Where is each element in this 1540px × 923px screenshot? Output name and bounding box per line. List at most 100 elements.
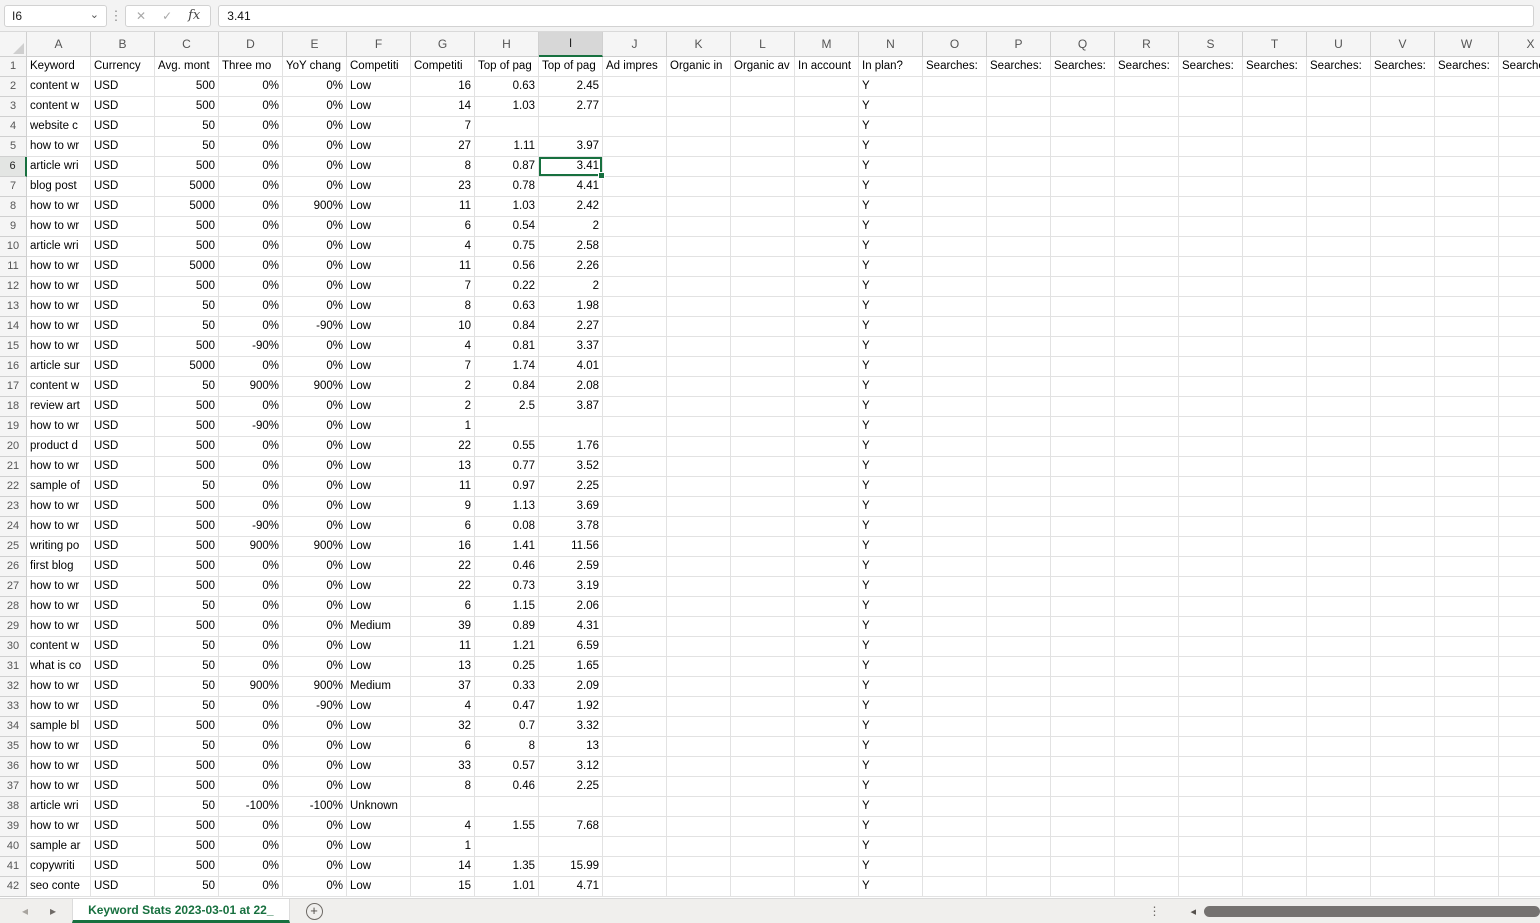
cell-I1[interactable]: Top of pag (539, 57, 603, 77)
cell-V13[interactable] (1371, 297, 1435, 317)
scrollbar-drag-dots-icon[interactable]: ⋮ (1148, 904, 1160, 918)
cell-K42[interactable] (667, 877, 731, 897)
cell-I41[interactable]: 15.99 (539, 857, 603, 877)
cell-T42[interactable] (1243, 877, 1307, 897)
cell-V30[interactable] (1371, 637, 1435, 657)
cell-R2[interactable] (1115, 77, 1179, 97)
cell-O38[interactable] (923, 797, 987, 817)
cell-O26[interactable] (923, 557, 987, 577)
cell-L7[interactable] (731, 177, 795, 197)
cell-Q8[interactable] (1051, 197, 1115, 217)
cell-C10[interactable]: 500 (155, 237, 219, 257)
cell-L9[interactable] (731, 217, 795, 237)
cell-V24[interactable] (1371, 517, 1435, 537)
cell-K15[interactable] (667, 337, 731, 357)
cell-H10[interactable]: 0.75 (475, 237, 539, 257)
cell-W16[interactable] (1435, 357, 1499, 377)
cell-X21[interactable] (1499, 457, 1540, 477)
cell-T40[interactable] (1243, 837, 1307, 857)
cell-R42[interactable] (1115, 877, 1179, 897)
cell-P20[interactable] (987, 437, 1051, 457)
cell-G35[interactable]: 6 (411, 737, 475, 757)
cell-N2[interactable]: Y (859, 77, 923, 97)
cell-M30[interactable] (795, 637, 859, 657)
cell-E5[interactable]: 0% (283, 137, 347, 157)
cell-I39[interactable]: 7.68 (539, 817, 603, 837)
cell-T26[interactable] (1243, 557, 1307, 577)
cell-E7[interactable]: 0% (283, 177, 347, 197)
cell-V6[interactable] (1371, 157, 1435, 177)
cell-C40[interactable]: 500 (155, 837, 219, 857)
cell-X1[interactable]: Searches: (1499, 57, 1540, 77)
cell-L11[interactable] (731, 257, 795, 277)
cell-V17[interactable] (1371, 377, 1435, 397)
cell-P38[interactable] (987, 797, 1051, 817)
cell-L1[interactable]: Organic av (731, 57, 795, 77)
row-header-25[interactable]: 25 (0, 537, 27, 557)
cell-M32[interactable] (795, 677, 859, 697)
cell-I32[interactable]: 2.09 (539, 677, 603, 697)
cell-A23[interactable]: how to wr (27, 497, 91, 517)
cell-F7[interactable]: Low (347, 177, 411, 197)
cell-J22[interactable] (603, 477, 667, 497)
cell-B2[interactable]: USD (91, 77, 155, 97)
cell-F36[interactable]: Low (347, 757, 411, 777)
cell-B25[interactable]: USD (91, 537, 155, 557)
cell-G19[interactable]: 1 (411, 417, 475, 437)
row-header-13[interactable]: 13 (0, 297, 27, 317)
cell-L27[interactable] (731, 577, 795, 597)
cell-V18[interactable] (1371, 397, 1435, 417)
cell-A41[interactable]: copywriti (27, 857, 91, 877)
cell-F31[interactable]: Low (347, 657, 411, 677)
cell-N4[interactable]: Y (859, 117, 923, 137)
column-header-I[interactable]: I (539, 32, 603, 57)
column-header-R[interactable]: R (1115, 32, 1179, 57)
cell-B30[interactable]: USD (91, 637, 155, 657)
cell-S19[interactable] (1179, 417, 1243, 437)
cell-W41[interactable] (1435, 857, 1499, 877)
cell-G2[interactable]: 16 (411, 77, 475, 97)
cell-N31[interactable]: Y (859, 657, 923, 677)
cell-G9[interactable]: 6 (411, 217, 475, 237)
cell-F39[interactable]: Low (347, 817, 411, 837)
cell-P8[interactable] (987, 197, 1051, 217)
cell-O9[interactable] (923, 217, 987, 237)
cell-W19[interactable] (1435, 417, 1499, 437)
cell-A38[interactable]: article wri (27, 797, 91, 817)
cell-F22[interactable]: Low (347, 477, 411, 497)
cell-P40[interactable] (987, 837, 1051, 857)
cell-T3[interactable] (1243, 97, 1307, 117)
cell-I25[interactable]: 11.56 (539, 537, 603, 557)
cell-J25[interactable] (603, 537, 667, 557)
cell-S3[interactable] (1179, 97, 1243, 117)
cell-V39[interactable] (1371, 817, 1435, 837)
cell-G39[interactable]: 4 (411, 817, 475, 837)
cell-U24[interactable] (1307, 517, 1371, 537)
cell-U3[interactable] (1307, 97, 1371, 117)
cell-J33[interactable] (603, 697, 667, 717)
cell-L13[interactable] (731, 297, 795, 317)
column-header-J[interactable]: J (603, 32, 667, 57)
cell-A25[interactable]: writing po (27, 537, 91, 557)
cell-M40[interactable] (795, 837, 859, 857)
cell-C30[interactable]: 50 (155, 637, 219, 657)
cell-W7[interactable] (1435, 177, 1499, 197)
cell-V11[interactable] (1371, 257, 1435, 277)
cell-B6[interactable]: USD (91, 157, 155, 177)
cell-K3[interactable] (667, 97, 731, 117)
cell-N39[interactable]: Y (859, 817, 923, 837)
cell-X33[interactable] (1499, 697, 1540, 717)
cell-U17[interactable] (1307, 377, 1371, 397)
cell-A4[interactable]: website c (27, 117, 91, 137)
row-header-41[interactable]: 41 (0, 857, 27, 877)
cell-G27[interactable]: 22 (411, 577, 475, 597)
cell-M8[interactable] (795, 197, 859, 217)
cell-N3[interactable]: Y (859, 97, 923, 117)
cell-P13[interactable] (987, 297, 1051, 317)
cell-F13[interactable]: Low (347, 297, 411, 317)
cell-T36[interactable] (1243, 757, 1307, 777)
cell-P24[interactable] (987, 517, 1051, 537)
cell-G10[interactable]: 4 (411, 237, 475, 257)
cell-N37[interactable]: Y (859, 777, 923, 797)
cell-H12[interactable]: 0.22 (475, 277, 539, 297)
